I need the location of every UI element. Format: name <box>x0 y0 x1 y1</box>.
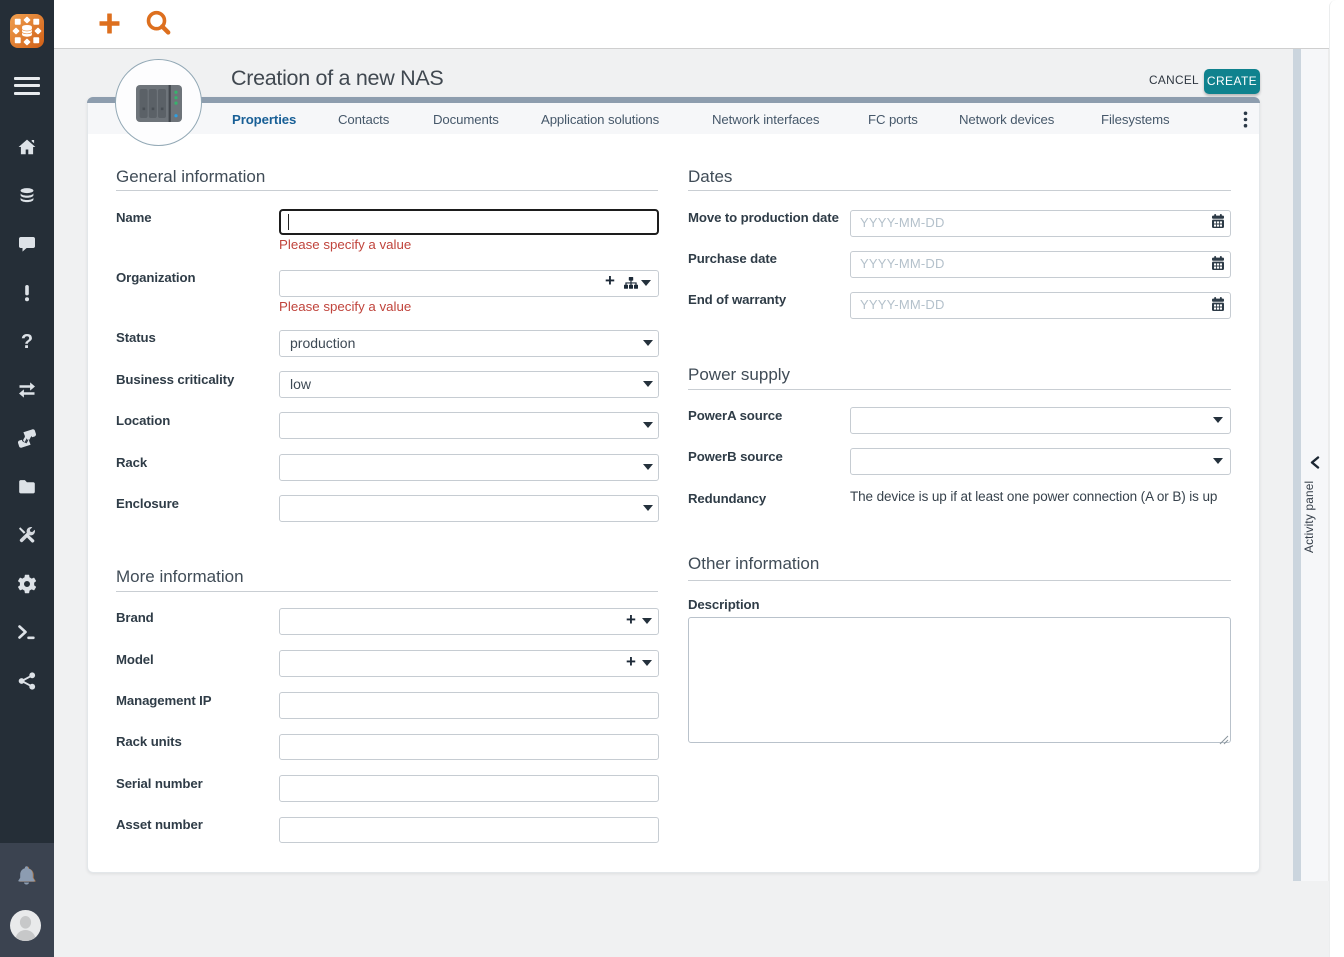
svg-text:?: ? <box>21 331 33 351</box>
